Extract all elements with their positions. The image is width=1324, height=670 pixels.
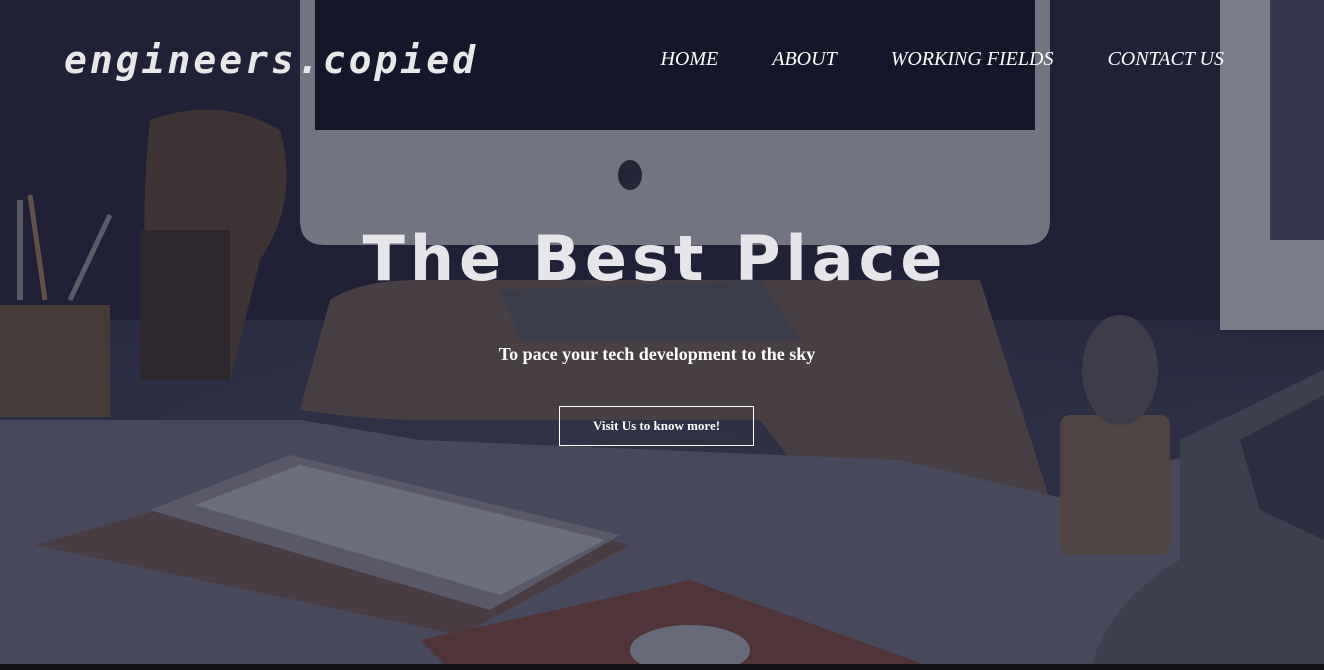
nav-link-about[interactable]: ABOUT [772,48,836,71]
main-navigation: HOME ABOUT WORKING FIELDS CONTACT US [660,48,1224,71]
hero-background-image [0,0,1324,670]
hero-subtitle: To pace your tech development to the sky [498,344,816,364]
site-logo[interactable]: engineers.copied [64,38,478,82]
nav-link-home[interactable]: HOME [660,48,718,71]
nav-link-contact-us[interactable]: CONTACT US [1107,48,1224,71]
visit-us-button[interactable]: Visit Us to know more! [559,406,754,446]
hero-title: The Best Place [362,222,948,295]
nav-link-working-fields[interactable]: WORKING FIELDS [891,48,1054,71]
page-bottom-edge [0,664,1324,670]
desk-scene-illustration [0,0,1324,670]
